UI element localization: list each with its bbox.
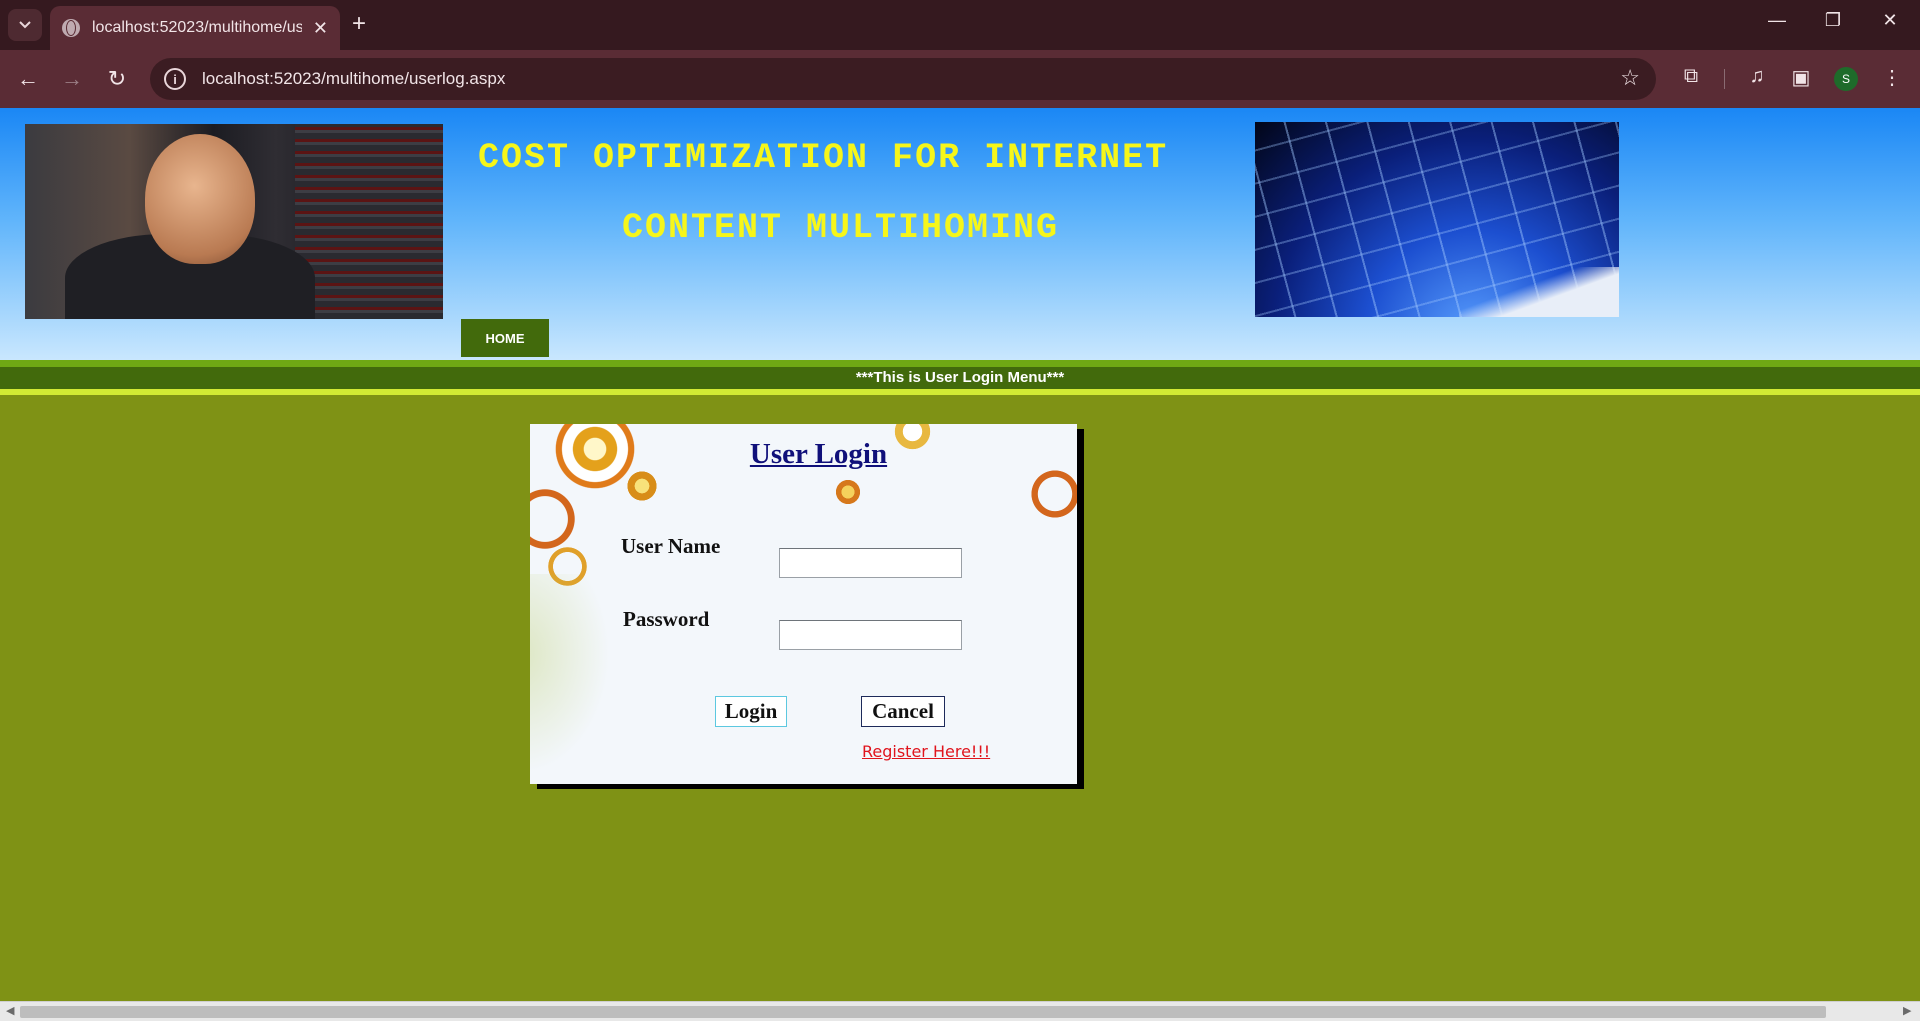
technician-photo bbox=[25, 124, 443, 319]
site-title-line-2: CONTENT MULTIHOMING bbox=[622, 208, 1060, 248]
menu-divider bbox=[0, 389, 1920, 395]
back-icon[interactable]: ← bbox=[12, 63, 44, 95]
tab-search-icon[interactable] bbox=[8, 9, 42, 41]
extensions-icon[interactable]: ⧉ bbox=[1676, 65, 1706, 88]
address-bar[interactable]: i localhost:52023/multihome/userlog.aspx… bbox=[150, 58, 1656, 100]
forward-icon[interactable]: → bbox=[56, 63, 88, 95]
site-title-line-1: COST OPTIMIZATION FOR INTERNET bbox=[478, 138, 1169, 178]
menu-strip bbox=[0, 360, 1920, 367]
menu-icon[interactable]: ⋮ bbox=[1877, 65, 1907, 90]
login-panel: User Login User Name Password Login Canc… bbox=[530, 424, 1077, 784]
restore-icon[interactable]: ❐ bbox=[1813, 10, 1853, 31]
sidebar-icon[interactable]: ▣ bbox=[1786, 65, 1816, 90]
scrollbar-thumb[interactable] bbox=[20, 1006, 1826, 1018]
cancel-button[interactable]: Cancel bbox=[861, 696, 945, 727]
horizontal-scrollbar[interactable]: ◀ ▶ bbox=[0, 1001, 1920, 1021]
username-label: User Name bbox=[621, 534, 721, 558]
media-icon[interactable]: ♫ bbox=[1742, 65, 1772, 88]
plus-icon[interactable]: + bbox=[352, 10, 366, 38]
scroll-left-icon[interactable]: ◀ bbox=[6, 1004, 14, 1017]
star-icon[interactable]: ☆ bbox=[1620, 65, 1640, 91]
info-icon[interactable]: i bbox=[164, 68, 186, 90]
login-button[interactable]: Login bbox=[715, 696, 787, 727]
header-banner: COST OPTIMIZATION FOR INTERNET CONTENT M… bbox=[0, 108, 1920, 360]
browser-toolbar: ← → ↻ i localhost:52023/multihome/userlo… bbox=[0, 50, 1920, 108]
menu-bar-text: ***This is User Login Menu*** bbox=[0, 367, 1920, 389]
globe-network-photo bbox=[1255, 122, 1619, 317]
tab-bar: localhost:52023/multihome/use ✕ + — ❐ ✕ bbox=[0, 0, 1920, 50]
close-window-icon[interactable]: ✕ bbox=[1870, 10, 1910, 31]
username-input[interactable] bbox=[779, 548, 962, 578]
toolbar-separator bbox=[1724, 69, 1725, 89]
password-label: Password bbox=[623, 607, 710, 631]
reload-icon[interactable]: ↻ bbox=[101, 63, 133, 95]
close-icon[interactable]: ✕ bbox=[313, 18, 328, 39]
nav-home[interactable]: HOME bbox=[461, 319, 549, 357]
scroll-right-icon[interactable]: ▶ bbox=[1903, 1004, 1911, 1017]
password-input[interactable] bbox=[779, 620, 962, 650]
url-text[interactable]: localhost:52023/multihome/userlog.aspx bbox=[202, 69, 505, 89]
page-content: COST OPTIMIZATION FOR INTERNET CONTENT M… bbox=[0, 108, 1920, 1001]
tab-title: localhost:52023/multihome/use bbox=[92, 19, 302, 36]
register-link[interactable]: Register Here!!! bbox=[862, 742, 990, 761]
active-tab[interactable]: localhost:52023/multihome/use ✕ bbox=[50, 6, 340, 50]
avatar[interactable]: S bbox=[1834, 67, 1858, 91]
globe-icon bbox=[62, 19, 80, 37]
login-heading: User Login bbox=[749, 438, 888, 470]
minimize-icon[interactable]: — bbox=[1757, 10, 1797, 31]
